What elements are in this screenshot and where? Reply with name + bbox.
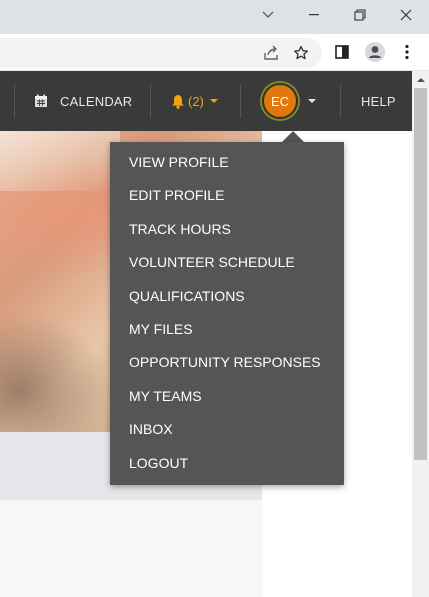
app-nav-bar: CALENDAR (2) EC HELP — [0, 71, 412, 131]
menu-item-edit-profile[interactable]: EDIT PROFILE — [110, 179, 344, 212]
hero-highlight — [0, 131, 120, 191]
chevron-down-icon — [262, 11, 274, 18]
nav-divider — [240, 84, 241, 118]
menu-item-view-profile[interactable]: VIEW PROFILE — [110, 146, 344, 179]
menu-item-volunteer-schedule[interactable]: VOLUNTEER SCHEDULE — [110, 246, 344, 279]
scroll-up-button[interactable] — [412, 71, 429, 88]
tab-search-button[interactable] — [245, 0, 291, 30]
scrollbar-thumb[interactable] — [414, 88, 427, 460]
avatar-initials: EC — [270, 93, 290, 109]
menu-item-track-hours[interactable]: TRACK HOURS — [110, 213, 344, 246]
browser-title-bar — [0, 0, 429, 34]
help-label: HELP — [361, 93, 396, 109]
nav-divider — [340, 84, 341, 118]
restore-icon — [354, 9, 366, 21]
nav-calendar[interactable]: CALENDAR — [34, 71, 132, 131]
side-panel-icon — [335, 45, 349, 59]
browser-menu-button[interactable] — [394, 39, 420, 65]
profile-button[interactable] — [362, 39, 388, 65]
share-icon — [263, 45, 278, 60]
side-panel-button[interactable] — [329, 39, 355, 65]
restore-button[interactable] — [337, 0, 383, 30]
bookmark-button[interactable] — [288, 40, 314, 66]
nav-notifications[interactable]: (2) — [171, 71, 218, 131]
more-vert-icon — [405, 44, 409, 60]
chevron-down-icon — [209, 99, 218, 103]
share-button[interactable] — [258, 40, 284, 66]
calendar-label: CALENDAR — [60, 93, 133, 109]
menu-item-opportunity-responses[interactable]: OPPORTUNITY RESPONSES — [110, 346, 344, 379]
content-area — [0, 500, 262, 597]
profile-icon — [365, 42, 385, 62]
user-dropdown-menu: VIEW PROFILE EDIT PROFILE TRACK HOURS VO… — [110, 142, 344, 485]
menu-item-inbox[interactable]: INBOX — [110, 413, 344, 446]
scroll-up-icon — [416, 77, 425, 82]
notification-count: (2) — [188, 93, 204, 109]
dropdown-pointer — [282, 131, 304, 142]
minimize-button[interactable] — [291, 0, 337, 30]
chevron-down-icon — [308, 99, 316, 103]
browser-toolbar — [0, 34, 429, 71]
menu-item-my-teams[interactable]: MY TEAMS — [110, 380, 344, 413]
minimize-icon — [309, 14, 319, 16]
close-icon — [400, 9, 412, 21]
bell-icon — [172, 94, 184, 109]
nav-user-menu[interactable]: EC — [262, 71, 316, 131]
nav-divider — [14, 84, 15, 118]
avatar[interactable]: EC — [262, 83, 298, 119]
close-button[interactable] — [383, 0, 429, 30]
nav-help[interactable]: HELP — [361, 71, 396, 131]
menu-item-qualifications[interactable]: QUALIFICATIONS — [110, 280, 344, 313]
address-bar[interactable] — [0, 38, 322, 68]
menu-item-my-files[interactable]: MY FILES — [110, 313, 344, 346]
nav-divider — [150, 84, 151, 118]
menu-item-logout[interactable]: LOGOUT — [110, 447, 344, 480]
calendar-icon — [35, 94, 47, 107]
star-icon — [293, 45, 309, 60]
